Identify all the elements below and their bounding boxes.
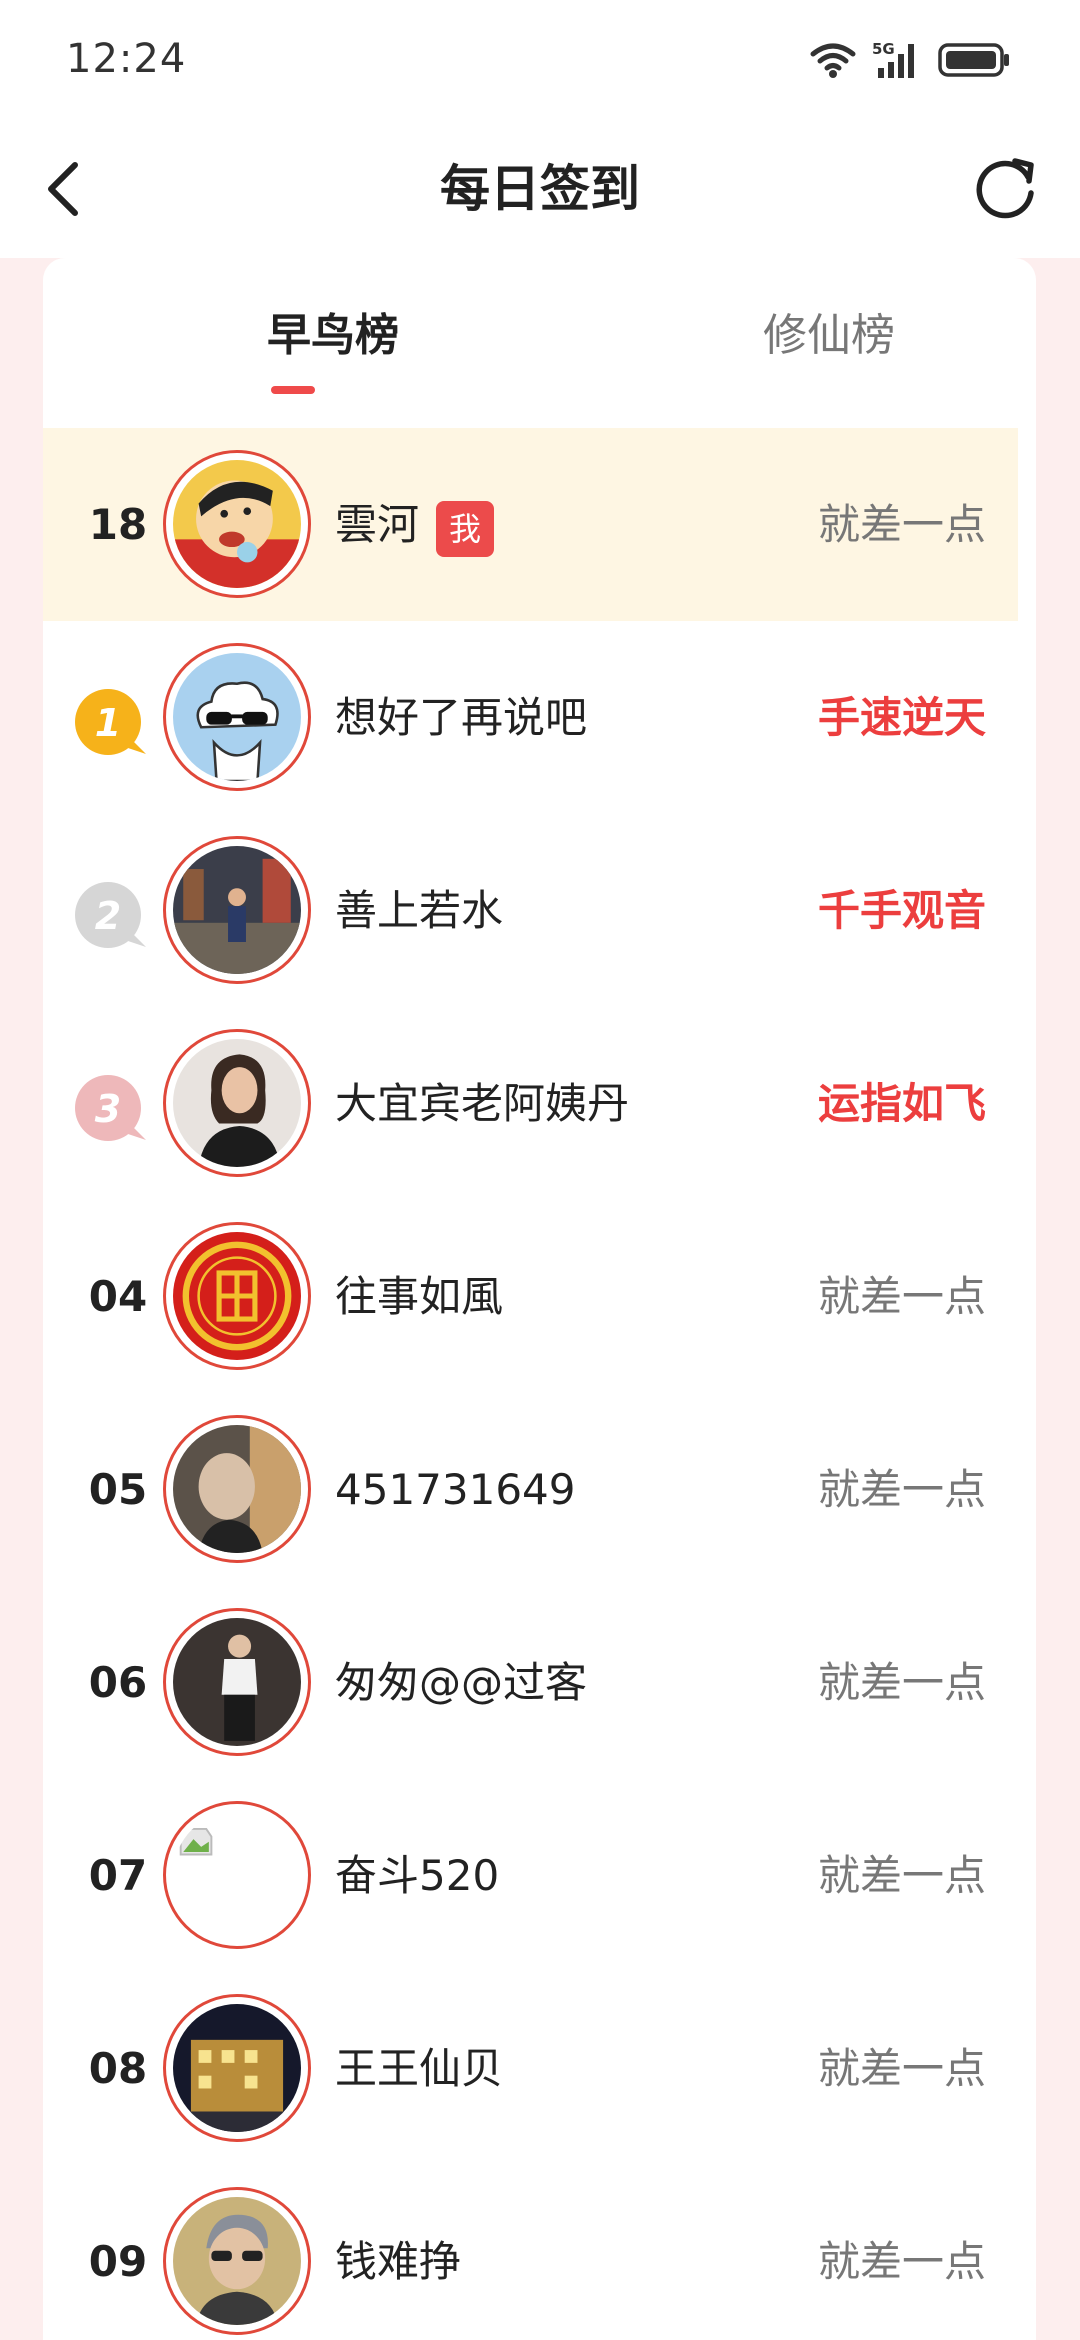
- wifi-icon: [810, 43, 856, 78]
- avatar[interactable]: [163, 1222, 311, 1370]
- medal-number: 3: [95, 1087, 121, 1131]
- checkin-status: 手速逆天: [817, 693, 986, 742]
- avatar[interactable]: [163, 1029, 311, 1177]
- network-label: 5G: [872, 40, 895, 58]
- checkin-status: 就差一点: [817, 1658, 986, 1707]
- status-time: 12:24: [66, 36, 187, 82]
- rank-row[interactable]: 3 大宜宾老阿姨丹 运指如飞: [43, 1007, 1018, 1200]
- bronze-medal-icon: 3: [75, 1075, 146, 1141]
- avatar-image: [173, 1811, 301, 1939]
- avatar[interactable]: [163, 1608, 311, 1756]
- rank-row[interactable]: 07 奋斗520 就差一点: [43, 1779, 1018, 1972]
- checkin-status: 就差一点: [817, 1851, 986, 1900]
- avatar[interactable]: [163, 1994, 311, 2142]
- rank-number: 07: [88, 1851, 148, 1900]
- avatar-image: [173, 460, 301, 588]
- street-photo-avatar-image: [173, 846, 301, 974]
- rank-row[interactable]: 2 善上若水 千手观音: [43, 814, 1018, 1007]
- gold-medal-icon: 1: [75, 689, 146, 755]
- rank-number: 06: [88, 1658, 148, 1707]
- avatar[interactable]: [163, 1801, 311, 1949]
- refresh-icon: [976, 158, 1034, 219]
- me-badge: 我: [436, 501, 494, 557]
- refresh-button[interactable]: [968, 150, 1044, 226]
- selfie-avatar-image: [173, 1425, 301, 1553]
- avatar[interactable]: [163, 643, 311, 791]
- user-name: 大宜宾老阿姨丹: [335, 1079, 630, 1128]
- checkin-status: 就差一点: [817, 1272, 986, 1321]
- status-bar: 12:24 5G: [0, 0, 1080, 120]
- user-name: 匆匆@@过客: [335, 1658, 588, 1707]
- leaderboard-tabs: 早鸟榜 修仙榜: [43, 258, 1036, 428]
- checkin-status: 就差一点: [817, 1465, 986, 1514]
- avatar-image: [173, 2197, 301, 2325]
- portrait-avatar-image: [173, 1039, 301, 1167]
- medal-number: 1: [95, 701, 121, 745]
- rank-row[interactable]: 06 匆匆@@过客 就差一点: [43, 1586, 1018, 1779]
- checkin-status: 就差一点: [817, 500, 986, 549]
- user-name: 往事如風: [335, 1272, 504, 1321]
- rank-row[interactable]: 1 想好了再说吧 手速逆天: [43, 621, 1018, 814]
- rank-number: 18: [88, 500, 148, 549]
- my-rank-row[interactable]: 18 雲河 我 就差一点: [43, 428, 1018, 621]
- checkin-status: 千手观音: [817, 886, 986, 935]
- medal-number: 2: [95, 894, 121, 938]
- rank-number: 05: [88, 1465, 148, 1514]
- broken-image-icon: [173, 1811, 301, 1939]
- user-name: 王王仙贝: [335, 2044, 504, 2093]
- tab-active-indicator: [271, 386, 315, 394]
- avatar-image: [173, 1618, 301, 1746]
- silver-medal-icon: 2: [75, 882, 146, 948]
- page-title: 每日签到: [440, 160, 640, 218]
- user-name: 奋斗520: [335, 1851, 500, 1900]
- signal-icon: 5G: [872, 40, 914, 78]
- avatar-image: [173, 653, 301, 781]
- ranking-card: 早鸟榜 修仙榜 18 雲河 我 就差一点 1 想好了再说吧 手速逆天 2 善上若…: [43, 258, 1036, 2340]
- checkin-status: 就差一点: [817, 2237, 986, 2286]
- avatar[interactable]: [163, 836, 311, 984]
- battery-icon: [938, 43, 1009, 77]
- night-city-avatar-image: [173, 2004, 301, 2132]
- avatar-image: [173, 1039, 301, 1167]
- tab-xiuxian[interactable]: 修仙榜: [719, 306, 939, 366]
- tab-early-bird[interactable]: 早鸟榜: [223, 306, 443, 366]
- header: 每日签到: [0, 120, 1080, 258]
- checkin-status: 就差一点: [817, 2044, 986, 2093]
- rank-row[interactable]: 04 往事如風 就差一点: [43, 1200, 1018, 1393]
- man-portrait-avatar-image: [173, 2197, 301, 2325]
- standing-woman-avatar-image: [173, 1618, 301, 1746]
- cartoon-avatar-image: [173, 460, 301, 588]
- avatar[interactable]: [163, 2187, 311, 2335]
- avatar-image: [173, 1425, 301, 1553]
- rank-row[interactable]: 05 451731649 就差一点: [43, 1393, 1018, 1586]
- user-name: 451731649: [335, 1465, 576, 1514]
- avatar-image: [173, 1232, 301, 1360]
- rank-number: 09: [88, 2237, 148, 2286]
- avatar[interactable]: [163, 1415, 311, 1563]
- rank-number: 08: [88, 2044, 148, 2093]
- user-name: 善上若水: [335, 886, 504, 935]
- rank-number: 04: [88, 1272, 148, 1321]
- cloud-sunglasses-avatar-image: [173, 653, 301, 781]
- user-name: 钱难挣: [335, 2237, 462, 2286]
- checkin-status: 运指如飞: [817, 1079, 986, 1128]
- rank-row[interactable]: 09 钱难挣 就差一点: [43, 2165, 1018, 2340]
- user-name: 想好了再说吧: [335, 693, 588, 742]
- avatar[interactable]: [163, 450, 311, 598]
- status-icons: 5G: [810, 38, 1010, 82]
- avatar-image: [173, 2004, 301, 2132]
- avatar-image: [173, 846, 301, 974]
- red-seal-avatar-image: [173, 1232, 301, 1360]
- rank-row[interactable]: 08 王王仙贝 就差一点: [43, 1972, 1018, 2165]
- screen: 12:24 5G 每日签到 早鸟榜 修仙榜 18 雲河 我 就差一点 1 想好了…: [0, 0, 1080, 2340]
- user-name: 雲河: [335, 500, 420, 549]
